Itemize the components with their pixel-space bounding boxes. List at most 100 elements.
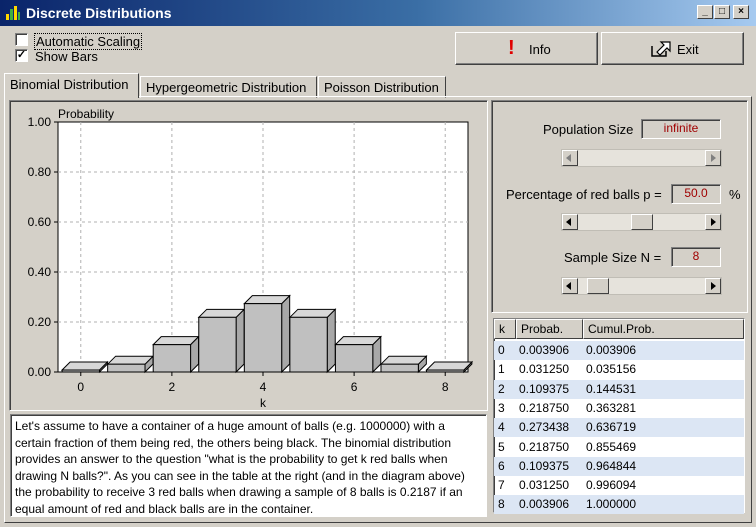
bar-front — [426, 369, 465, 373]
main-window: Discrete Distributions _ □ × Automatic S… — [0, 0, 756, 527]
tab-binomial[interactable]: Binomial Distribution — [4, 73, 139, 98]
table-cell-cumul: 0.363281 — [586, 400, 637, 415]
scroll-left-button[interactable] — [562, 214, 578, 230]
table-cell-cumul: 0.144531 — [586, 381, 637, 396]
bar — [288, 308, 337, 374]
percentage-slider-thumb[interactable] — [631, 214, 653, 230]
close-button[interactable]: × — [733, 5, 749, 19]
table-cell-k: 6 — [498, 458, 505, 473]
table-cell-cumul: 0.003906 — [586, 343, 637, 357]
y-tick-label: 0.00 — [28, 365, 52, 379]
bar — [197, 308, 246, 374]
bar-side — [235, 308, 245, 374]
population-size-scrollbar[interactable] — [561, 149, 722, 167]
percentage-scrollbar[interactable] — [561, 213, 722, 231]
table-header-cumul[interactable]: Cumul.Prob. — [583, 319, 744, 339]
arrow-left-icon — [566, 154, 571, 162]
description-text: Let's assume to have a container of a hu… — [10, 414, 487, 517]
table-row[interactable]: 1 0.031250 0.035156 — [494, 360, 744, 379]
maximize-button[interactable]: □ — [714, 5, 730, 19]
y-tick-label: 0.40 — [28, 265, 52, 279]
table-cell-k: 1 — [498, 362, 505, 377]
table-row[interactable]: 2 0.109375 0.144531 — [494, 379, 744, 399]
exit-button-label: Exit — [677, 42, 699, 57]
scroll-left-button[interactable] — [562, 278, 578, 294]
bar-top — [60, 361, 109, 371]
exit-arrow-icon — [651, 41, 671, 57]
scroll-left-button[interactable] — [562, 150, 578, 166]
window-title: Discrete Distributions — [26, 5, 172, 21]
table-cell-k: 2 — [498, 381, 505, 396]
tab-poisson[interactable]: Poisson Distribution — [318, 76, 446, 98]
bar — [379, 354, 428, 374]
arrow-left-icon — [566, 218, 571, 226]
sample-size-slider-thumb[interactable] — [587, 278, 609, 294]
bar-top — [197, 308, 246, 318]
bar-front — [107, 363, 146, 373]
bar-top — [106, 355, 155, 365]
bar-top — [152, 336, 200, 346]
table-row[interactable]: 8 0.003906 1.000000 — [494, 495, 744, 515]
sample-size-scrollbar[interactable] — [561, 277, 722, 295]
info-button-label: Info — [529, 42, 551, 57]
table-cell-k: 5 — [498, 439, 505, 454]
y-tick-label: 1.00 — [28, 115, 52, 129]
x-tick-label: 8 — [442, 380, 449, 394]
bar — [106, 354, 155, 374]
x-axis-label: k — [260, 396, 267, 410]
table-row[interactable]: 7 0.031250 0.996094 — [494, 476, 744, 495]
table-row[interactable]: 6 0.109375 0.964844 — [494, 456, 744, 476]
scroll-right-button[interactable] — [705, 214, 721, 230]
automatic-scaling-checkbox[interactable] — [15, 33, 28, 46]
table-cell-cumul: 0.996094 — [586, 478, 637, 493]
table-cell-k: 8 — [498, 497, 505, 512]
bar-front — [243, 303, 283, 373]
table-cell-probab: 0.003906 — [519, 343, 570, 357]
population-size-value: infinite — [641, 119, 721, 139]
bar-front — [334, 344, 374, 373]
sample-size-value: 8 — [671, 247, 721, 267]
bar-side — [326, 308, 336, 374]
title-bar[interactable]: Discrete Distributions _ □ × — [0, 0, 756, 26]
table-row[interactable]: 5 0.218750 0.855469 — [494, 438, 744, 457]
show-bars-label[interactable]: Show Bars — [35, 49, 98, 64]
bar-top — [288, 308, 337, 318]
table-cell-probab: 0.003906 — [519, 497, 570, 512]
minimize-button[interactable]: _ — [697, 5, 713, 19]
table-cell-probab: 0.109375 — [519, 458, 570, 473]
y-axis-label: Probability — [58, 107, 114, 121]
table-header-probab[interactable]: Probab. — [516, 319, 583, 339]
table-cell-k: 7 — [498, 478, 505, 493]
show-bars-checkbox[interactable]: ✓ — [15, 49, 28, 62]
table-cell-cumul: 0.636719 — [586, 420, 637, 435]
table-header-k[interactable]: k — [494, 319, 516, 339]
probability-chart: 0.00 0.20 0.40 0.60 0.80 1.00 0 2 4 6 8 Probability… — [28, 107, 474, 410]
percentage-unit: % — [729, 187, 741, 202]
automatic-scaling-label[interactable]: Automatic Scaling — [34, 33, 143, 50]
x-tick-label: 0 — [77, 380, 84, 394]
bar-front — [198, 316, 237, 373]
tab-hypergeometric[interactable]: Hypergeometric Distribution — [140, 76, 317, 98]
arrow-right-icon — [711, 154, 716, 162]
scroll-right-button[interactable] — [705, 278, 721, 294]
table-row[interactable]: 3 0.218750 0.363281 — [494, 399, 744, 418]
exit-button[interactable]: Exit — [601, 32, 744, 65]
x-tick-label: 2 — [169, 380, 176, 394]
probability-table: k Probab. Cumul.Prob. 0 0.003906 0.003906 1… — [493, 318, 745, 515]
bar-top — [334, 336, 382, 346]
table-row[interactable]: 4 0.273438 0.636719 — [494, 418, 744, 438]
table-cell-k: 0 — [498, 343, 505, 357]
bar — [152, 335, 200, 374]
bar — [60, 360, 109, 374]
bar — [425, 360, 474, 374]
table-cell-probab: 0.109375 — [519, 381, 570, 396]
info-button[interactable]: ! Info — [455, 32, 598, 65]
table-row[interactable]: 0 0.003906 0.003906 — [494, 341, 744, 360]
bar-top — [379, 355, 428, 365]
x-tick-label: 6 — [351, 380, 358, 394]
table-cell-probab: 0.218750 — [519, 400, 570, 415]
scroll-right-button[interactable] — [705, 150, 721, 166]
arrow-right-icon — [711, 218, 716, 226]
arrow-left-icon — [566, 282, 571, 290]
bar-front — [289, 316, 328, 373]
